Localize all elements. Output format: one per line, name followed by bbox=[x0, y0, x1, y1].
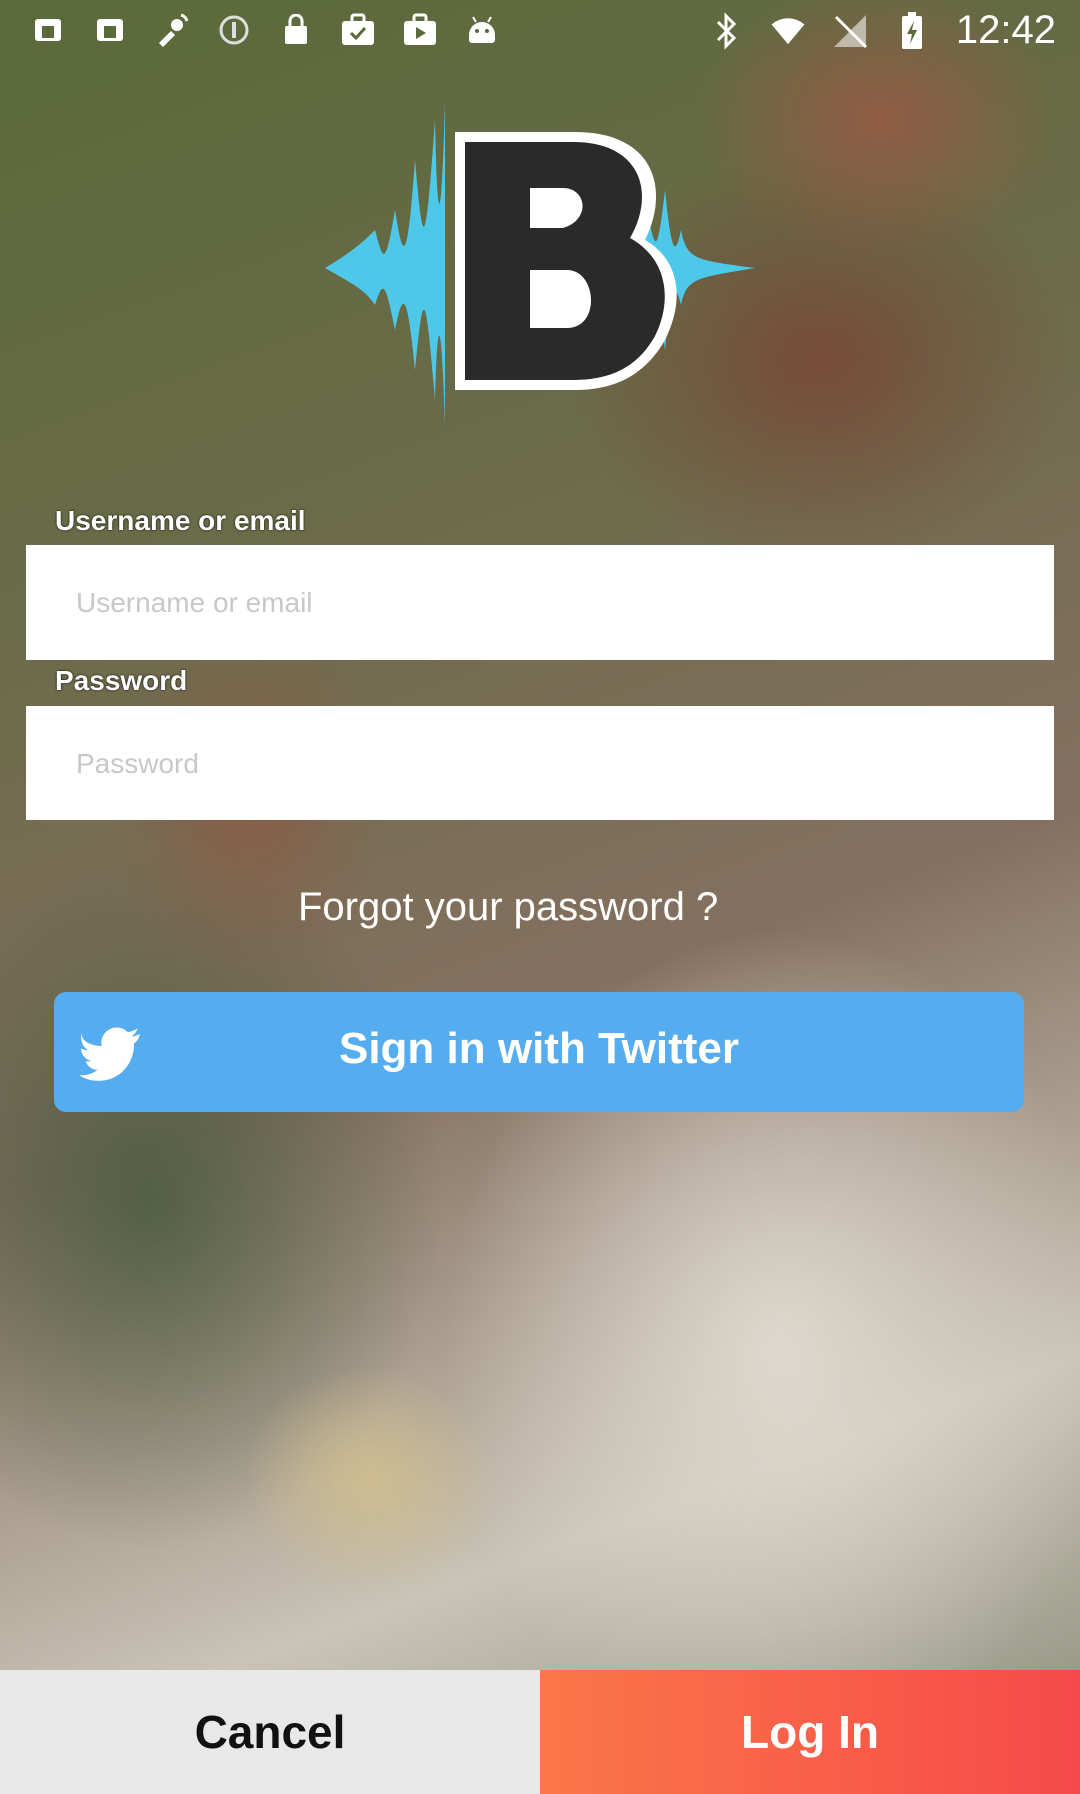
briefcase-check-icon bbox=[340, 12, 376, 48]
wifi-icon bbox=[770, 13, 806, 49]
android-icon bbox=[464, 12, 500, 48]
bluetooth-icon bbox=[708, 11, 744, 50]
forgot-password-link[interactable]: Forgot your password ? bbox=[298, 885, 718, 930]
notification-icon bbox=[92, 12, 128, 48]
username-placeholder: Username or email bbox=[76, 587, 313, 618]
b-letter-icon bbox=[455, 132, 677, 390]
satellite-icon bbox=[154, 12, 190, 48]
clock: 12:42 bbox=[955, 8, 1056, 52]
password-label: Password bbox=[55, 665, 188, 696]
battery-charging-icon bbox=[894, 11, 930, 49]
sign-in-twitter-button[interactable]: Sign in with Twitter bbox=[54, 992, 1024, 1112]
status-bar: 12:42 bbox=[0, 0, 1080, 60]
sign-in-twitter-label: Sign in with Twitter bbox=[338, 1024, 740, 1073]
notification-icon bbox=[30, 12, 66, 48]
circle-icon bbox=[216, 12, 252, 48]
lock-icon bbox=[278, 12, 314, 48]
no-signal-icon bbox=[832, 13, 868, 49]
log-in-button[interactable]: Log In bbox=[540, 1670, 1080, 1794]
password-field[interactable]: Password bbox=[26, 706, 1054, 820]
username-label: Username or email bbox=[55, 505, 306, 536]
password-placeholder: Password bbox=[76, 748, 199, 779]
youtube-icon bbox=[402, 12, 438, 48]
app-logo bbox=[325, 100, 755, 425]
cancel-button[interactable]: Cancel bbox=[0, 1670, 540, 1794]
username-field[interactable]: Username or email bbox=[26, 545, 1054, 660]
